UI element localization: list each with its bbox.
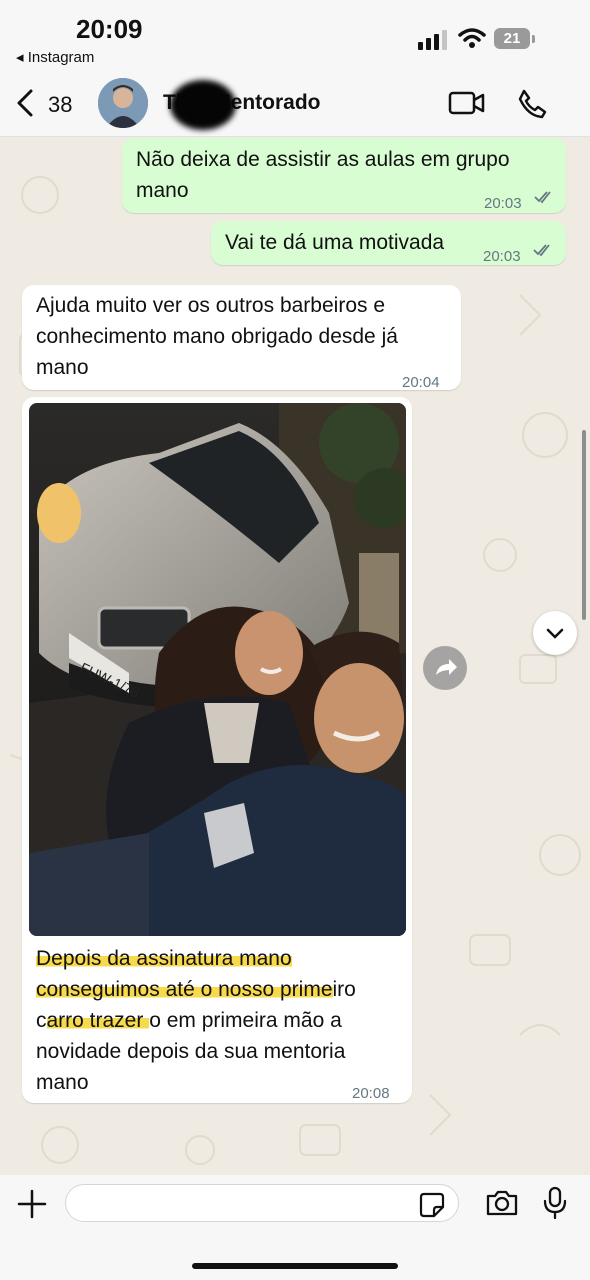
sticker-icon[interactable] [419, 1192, 445, 1218]
back-chevron-icon[interactable] [14, 88, 36, 118]
double-check-icon [534, 191, 551, 204]
plus-icon[interactable] [16, 1188, 48, 1220]
camera-icon[interactable] [485, 1189, 519, 1217]
caption-highlight: arro trazer [46, 1009, 150, 1032]
message-bubble-outgoing[interactable]: Vai te dá uma motivada 20:03 [211, 221, 566, 265]
video-call-icon[interactable] [448, 90, 486, 116]
message-time: 20:03 [484, 195, 522, 212]
forward-button[interactable] [423, 646, 467, 690]
unread-count[interactable]: 38 [48, 92, 72, 118]
caption-text: o em primeira mão a [149, 1009, 342, 1032]
forward-icon [436, 659, 457, 675]
chat-header: 38 Th o Mentorado [0, 70, 590, 137]
caption-text: mano [36, 1071, 89, 1094]
status-bar: 20:09 ◂ Instagram 21 [0, 0, 590, 70]
redaction-scribble [170, 80, 236, 130]
scrollbar[interactable] [582, 430, 586, 620]
message-time: 20:08 [352, 1085, 390, 1102]
phone-icon[interactable] [516, 88, 548, 120]
message-time: 20:04 [402, 374, 440, 391]
home-indicator [192, 1263, 398, 1269]
battery-tip [532, 35, 535, 43]
contact-avatar[interactable] [98, 78, 148, 128]
message-text: Ajuda muito ver os outros barbeiros e co… [36, 294, 398, 379]
scroll-down-button[interactable] [533, 611, 577, 655]
shared-photo[interactable]: FUW-1/78 [29, 403, 406, 936]
composer-bar [0, 1175, 590, 1280]
microphone-icon[interactable] [542, 1186, 568, 1220]
caption-text: iro [332, 978, 356, 1001]
caption-text: novidade depois da sua mentoria [36, 1040, 346, 1063]
message-bubble-incoming[interactable]: Ajuda muito ver os outros barbeiros e co… [22, 285, 461, 391]
message-text: Vai te dá uma motivada [225, 231, 445, 254]
caption-text: c [36, 1009, 47, 1032]
back-to-app-link[interactable]: ◂ Instagram [16, 48, 94, 66]
cellular-signal-icon [418, 30, 447, 50]
wifi-icon [458, 28, 486, 48]
double-check-icon [533, 244, 550, 257]
status-time: 20:09 [76, 14, 143, 44]
message-input[interactable] [65, 1184, 459, 1222]
scroll-down-icon [546, 628, 564, 639]
message-time: 20:03 [483, 248, 521, 265]
message-bubble-outgoing[interactable]: Não deixa de assistir as aulas em grupo … [122, 138, 566, 213]
photo-caption: Depois da assinatura mano conseguimos at… [36, 943, 408, 1098]
caption-highlight: Depois da assinatura mano [36, 947, 292, 970]
caption-highlight: conseguimos até o nosso prime [36, 978, 333, 1001]
battery-level: 21 [494, 28, 530, 49]
